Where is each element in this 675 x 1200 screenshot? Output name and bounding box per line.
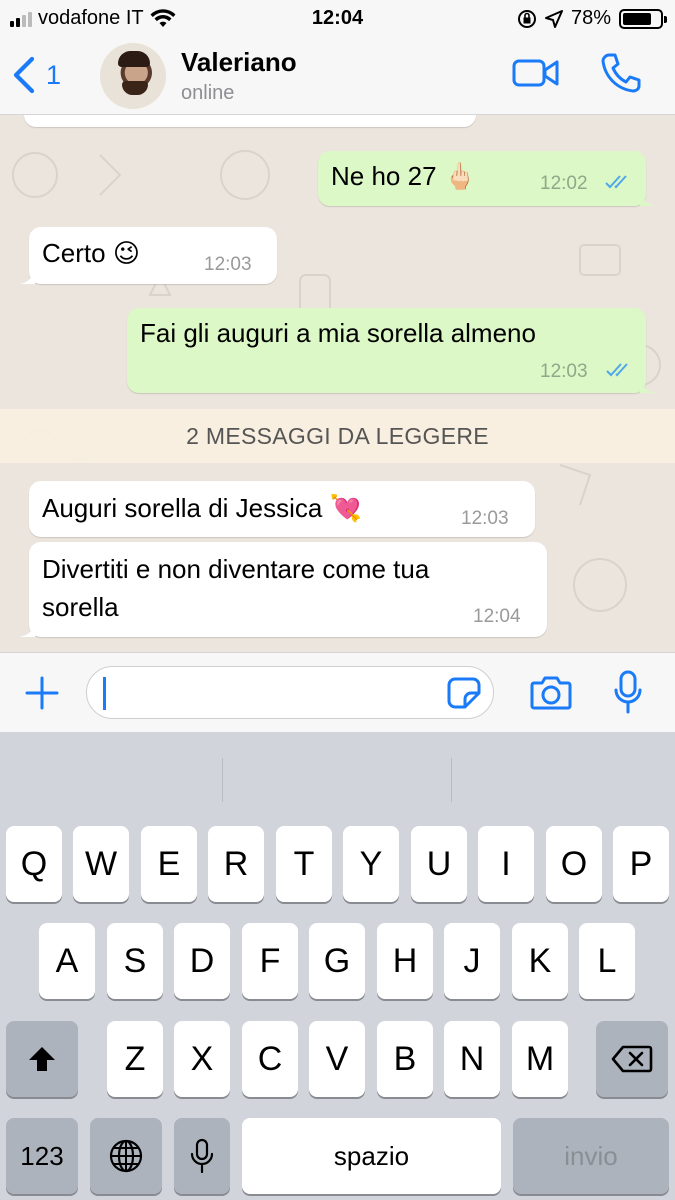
shift-arrow-icon <box>29 1047 55 1071</box>
message-bubble-incoming[interactable]: Certo 😉 12:03 <box>19 227 277 284</box>
contact-name[interactable]: Valeriano <box>181 47 297 78</box>
chat-header: 1 Valeriano online <box>0 38 675 115</box>
backspace-icon <box>611 1045 653 1073</box>
message-time: 12:03 <box>461 508 509 529</box>
message-time: 12:03 <box>204 254 252 275</box>
return-key[interactable]: invio <box>513 1118 669 1194</box>
read-receipt-icon <box>605 175 627 189</box>
message-text: Fai gli auguri a mia sorella almeno <box>140 318 536 348</box>
key-l[interactable]: L <box>579 923 635 999</box>
emoji: 🖕🏻 <box>443 161 477 191</box>
battery-fill <box>623 12 651 25</box>
shift-key[interactable] <box>6 1021 78 1097</box>
read-receipt-icon <box>606 363 628 377</box>
key-e[interactable]: E <box>141 826 197 902</box>
plus-icon[interactable] <box>24 675 60 711</box>
globe-key[interactable] <box>90 1118 162 1194</box>
message-text: sorella <box>42 592 119 622</box>
orientation-lock-icon <box>517 9 536 28</box>
message-bubble-outgoing[interactable]: Fai gli auguri a mia sorella almeno 12:0… <box>127 308 656 393</box>
contact-status: online <box>181 82 235 104</box>
globe-icon <box>109 1139 143 1173</box>
video-call-icon[interactable] <box>512 56 560 90</box>
message-bubble-incoming[interactable]: Auguri sorella di Jessica 💘 12:03 <box>29 481 535 537</box>
back-button[interactable]: 1 <box>12 56 61 94</box>
key-z[interactable]: Z <box>107 1021 163 1097</box>
key-k[interactable]: K <box>512 923 568 999</box>
key-t[interactable]: T <box>276 826 332 902</box>
status-bar: vodafone IT 12:04 78% <box>0 0 675 38</box>
key-i[interactable]: I <box>478 826 534 902</box>
key-d[interactable]: D <box>174 923 230 999</box>
keyboard: Q W E R T Y U I O P A S D F G H J K L Z … <box>0 732 675 1200</box>
emoji: 💘 <box>329 493 362 523</box>
key-m[interactable]: M <box>512 1021 568 1097</box>
battery-icon <box>619 8 667 29</box>
message-text: Certo <box>42 238 106 268</box>
message-bubble-outgoing[interactable]: Ne ho 27 🖕🏻 12:02 <box>318 151 656 206</box>
key-g[interactable]: G <box>309 923 365 999</box>
message-time: 12:04 <box>473 606 521 627</box>
key-j[interactable]: J <box>444 923 500 999</box>
key-r[interactable]: R <box>208 826 264 902</box>
chevron-left-icon <box>13 56 35 94</box>
message-text: Auguri sorella di Jessica <box>42 493 323 523</box>
message-input[interactable] <box>86 666 494 719</box>
phone-call-icon[interactable] <box>600 52 642 94</box>
key-p[interactable]: P <box>613 826 669 902</box>
message-text: Divertiti e non diventare come tua <box>42 554 430 584</box>
chat-area[interactable]: Ne ho 27 🖕🏻 12:02 Certo 😉 12:03 Fai gli … <box>0 115 675 652</box>
delete-key[interactable] <box>596 1021 668 1097</box>
microphone-icon[interactable] <box>613 670 643 714</box>
location-arrow-icon <box>544 9 563 28</box>
message-time: 12:03 <box>540 361 588 382</box>
camera-icon[interactable] <box>530 674 572 710</box>
key-o[interactable]: O <box>546 826 602 902</box>
emoji: 😉 <box>112 238 140 268</box>
key-c[interactable]: C <box>242 1021 298 1097</box>
key-h[interactable]: H <box>377 923 433 999</box>
key-w[interactable]: W <box>73 826 129 902</box>
unread-count: 1 <box>46 59 62 90</box>
avatar[interactable] <box>100 43 166 109</box>
dictation-key[interactable] <box>174 1118 230 1194</box>
key-u[interactable]: U <box>411 826 467 902</box>
key-f[interactable]: F <box>242 923 298 999</box>
message-bubble-incoming[interactable]: Divertiti e non diventare come tua sorel… <box>19 542 547 637</box>
key-n[interactable]: N <box>444 1021 500 1097</box>
key-s[interactable]: S <box>107 923 163 999</box>
message-bubble[interactable] <box>24 115 476 127</box>
numbers-key[interactable]: 123 <box>6 1118 78 1194</box>
key-q[interactable]: Q <box>6 826 62 902</box>
message-input-bar <box>0 652 675 733</box>
key-v[interactable]: V <box>309 1021 365 1097</box>
key-x[interactable]: X <box>174 1021 230 1097</box>
key-b[interactable]: B <box>377 1021 433 1097</box>
battery-percent: 78% <box>570 7 611 29</box>
sticker-icon[interactable] <box>447 677 481 709</box>
key-y[interactable]: Y <box>343 826 399 902</box>
microphone-icon <box>190 1138 214 1174</box>
key-a[interactable]: A <box>39 923 95 999</box>
unread-messages-banner: 2 MESSAGGI DA LEGGERE <box>0 409 675 463</box>
text-caret <box>103 677 106 710</box>
space-key[interactable]: spazio <box>242 1118 501 1194</box>
message-time: 12:02 <box>540 173 588 194</box>
message-text: Ne ho 27 <box>331 161 437 191</box>
